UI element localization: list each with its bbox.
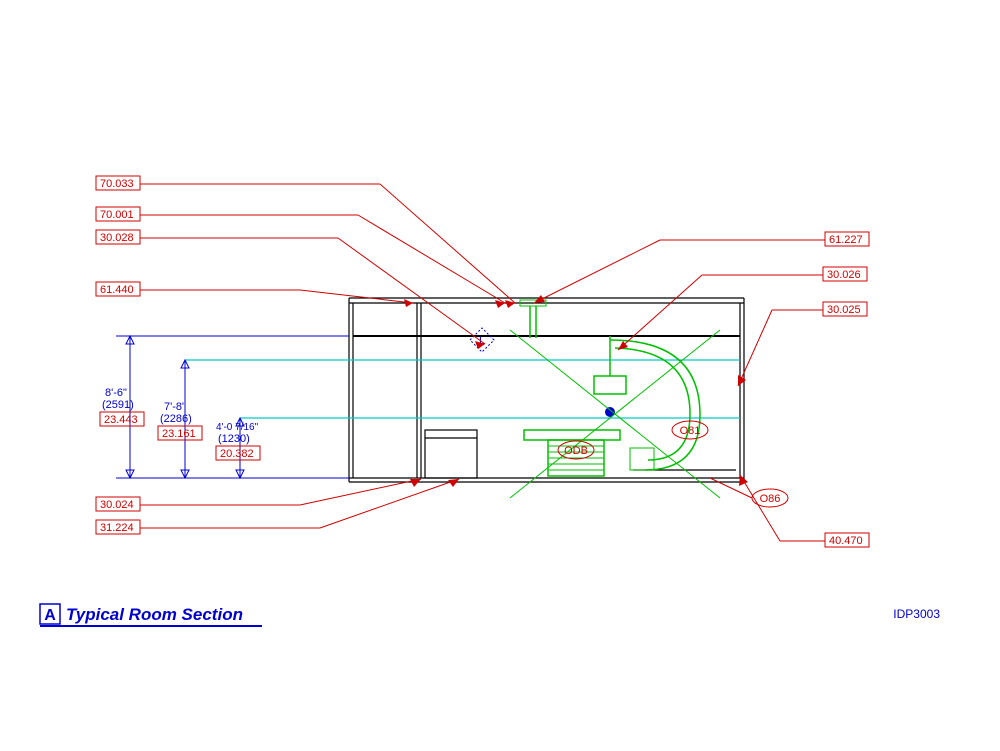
dim2-mm: (2286) — [160, 413, 192, 425]
callout-30-028-text: 30.028 — [100, 232, 134, 244]
callout-61-227: 61.227 — [534, 232, 869, 303]
dim1-mm: (2591) — [102, 399, 134, 411]
dim3-mm: (1230) — [218, 433, 250, 445]
callout-70-033: 70.033 — [96, 176, 515, 308]
dim3-imp: 4'-0 7/16" — [216, 422, 259, 433]
callout-30-024: 30.024 — [96, 479, 421, 511]
dim2-ref: 23.161 — [162, 428, 196, 440]
callout-70-001: 70.001 — [96, 207, 505, 308]
room-outline — [349, 298, 744, 482]
title-block: A Typical Room Section — [40, 604, 262, 626]
title-text: Typical Room Section — [66, 605, 243, 624]
reference-lines — [185, 360, 740, 418]
callout-61-440-text: 61.440 — [100, 284, 134, 296]
l-badge: L — [470, 328, 494, 352]
callout-30-025: 30.025 — [738, 302, 867, 386]
drawing-canvas: L ODB O81 O86 — [0, 0, 1000, 751]
dim1-imp: 8'-6" — [105, 387, 127, 399]
callout-31-224-text: 31.224 — [100, 522, 134, 534]
callout-70-033-text: 70.033 — [100, 178, 134, 190]
label-odb-text: ODB — [564, 445, 588, 457]
dimension-2: 7'-8" (2286) 23.161 — [158, 360, 202, 478]
dim2-imp: 7'-8" — [164, 401, 186, 413]
callout-40-470-text: 40.470 — [829, 535, 863, 547]
dimension-3: 4'-0 7/16" (1230) 20.382 — [216, 418, 260, 478]
label-o81-text: O81 — [680, 425, 701, 437]
callout-40-470: 40.470 — [739, 475, 869, 547]
label-o86-text: O86 — [760, 493, 781, 505]
dim3-ref: 20.382 — [220, 448, 254, 460]
drawing-id: IDP3003 — [893, 607, 940, 621]
equipment-label-odb: ODB — [558, 441, 594, 459]
callout-31-224: 31.224 — [96, 479, 459, 534]
callout-30-024-text: 30.024 — [100, 499, 134, 511]
callout-30-025-text: 30.025 — [827, 304, 861, 316]
title-letter: A — [44, 607, 56, 624]
equipment-c-arm: L — [470, 300, 720, 498]
dim1-ref: 23.443 — [104, 414, 138, 426]
callout-70-001-text: 70.001 — [100, 209, 134, 221]
callout-61-227-text: 61.227 — [829, 234, 863, 246]
callout-30-026-text: 30.026 — [827, 269, 861, 281]
